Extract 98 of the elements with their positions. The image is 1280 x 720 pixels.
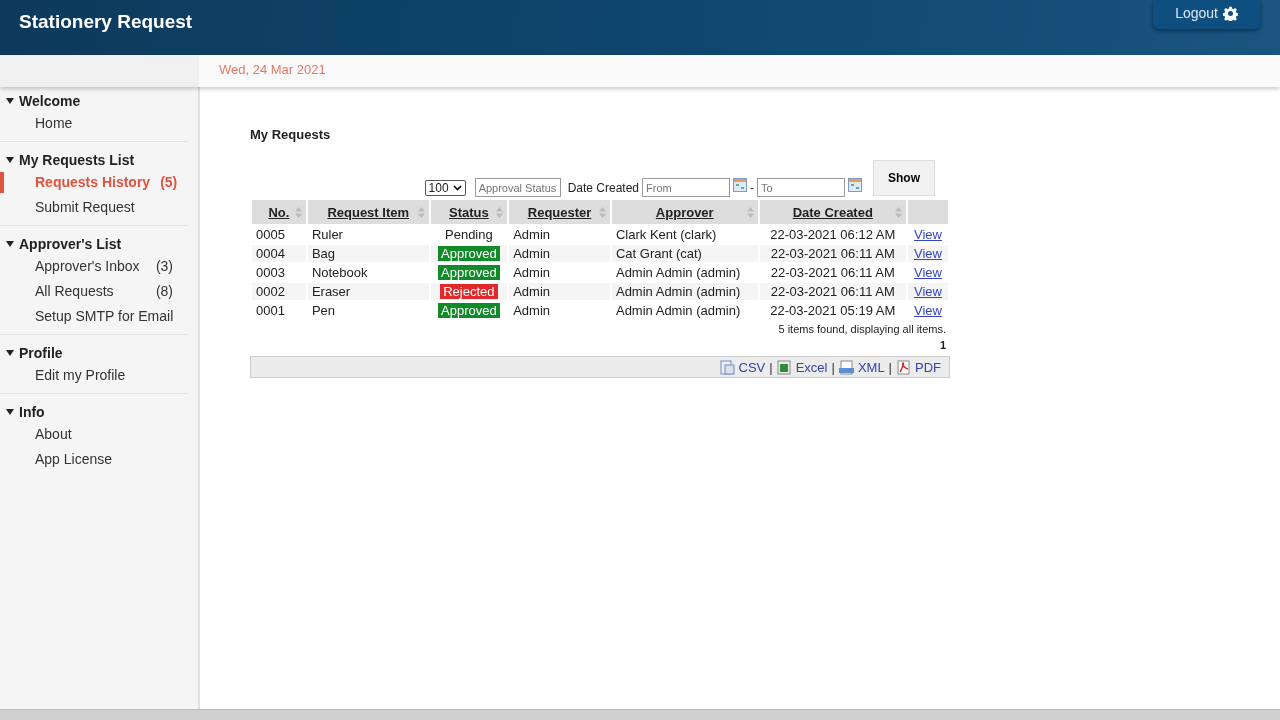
document-icon (719, 359, 735, 375)
current-date: Wed, 24 Mar 2021 (219, 61, 326, 79)
table-cell-text: 22-03-2021 06:12 AM (769, 226, 897, 243)
table-cell-text: 22-03-2021 06:11 AM (769, 264, 896, 281)
status-badge: Approved (438, 246, 500, 261)
sort-icon (746, 207, 754, 218)
separator-text: | (769, 359, 773, 375)
table-cell-text: 0003 (255, 264, 286, 281)
caret-icon (6, 409, 14, 415)
section-title: Profile (19, 344, 63, 363)
table-cell: 0004 (252, 245, 306, 262)
table-cell: Admin (509, 245, 610, 262)
caret-icon (452, 185, 462, 191)
table-cell-text: Ruler (310, 226, 344, 243)
table-cell-text: Admin (512, 264, 552, 281)
caret-icon (6, 98, 14, 104)
section-header[interactable]: Approver's List (0, 234, 188, 254)
status-text: Pending (444, 227, 494, 242)
sort-icon (496, 207, 504, 218)
calendar-icon[interactable] (733, 178, 747, 192)
table-cell-text: 0005 (255, 226, 286, 243)
export-link[interactable]: PDF (915, 359, 941, 375)
sort-icon (895, 207, 902, 218)
pdf-icon (896, 359, 911, 375)
table-cell: 22-03-2021 06:11 AM (759, 283, 906, 300)
table-cell-text: Admin (512, 302, 552, 319)
status-badge: Rejected (440, 284, 498, 299)
scrollbar[interactable] (0, 709, 1280, 720)
app-title: Stationery Request (19, 11, 193, 33)
sidebar-item[interactable]: All Requests (8) (0, 279, 188, 304)
caret-icon (6, 241, 14, 247)
table-cell-text: Admin Admin (admin) (614, 264, 742, 281)
export-link[interactable]: XML (857, 359, 885, 375)
export-link[interactable]: Excel (795, 359, 828, 375)
spreadsheet-icon (776, 359, 792, 375)
section-header[interactable]: Welcome (0, 91, 188, 111)
separator-text: | (831, 359, 835, 375)
column-header[interactable]: No. (252, 200, 306, 224)
section-title: Approver's List (19, 235, 122, 254)
dash-text: - (750, 181, 754, 195)
sidebar-item[interactable]: Requests History (5) (0, 170, 188, 195)
section-title: Info (19, 403, 45, 422)
view-link[interactable]: View (914, 265, 942, 280)
approval-status-field[interactable]: Approval Status (474, 178, 561, 197)
sidebar-item[interactable]: Edit my Profile (0, 363, 188, 388)
table-cell-text: Clark Kent (clark) (614, 226, 718, 243)
sort-icon (294, 207, 302, 218)
table-cell-text: Pen (310, 302, 336, 319)
section-title: My Requests List (19, 151, 135, 170)
show-button[interactable]: Show (873, 160, 935, 196)
table-cell: 22-03-2021 06:11 AM (759, 245, 906, 262)
to-date-field[interactable]: To (757, 178, 845, 197)
section-header[interactable]: Info (0, 402, 188, 422)
section-title: Welcome (19, 92, 81, 111)
settings-icon (1223, 5, 1238, 21)
sidebar-item[interactable]: About (0, 422, 188, 447)
table-cell-text: Notebook (310, 264, 369, 281)
sidebar-item[interactable]: Setup SMTP for Email (0, 304, 188, 329)
section-header[interactable]: Profile (0, 343, 188, 363)
status-badge: Approved (438, 303, 500, 318)
view-link[interactable]: View (914, 227, 942, 242)
table-cell: Eraser (307, 283, 429, 300)
column-header[interactable]: Requester (509, 200, 610, 224)
column-header[interactable]: Status (430, 200, 508, 224)
export-link[interactable]: CSV (738, 359, 766, 375)
separator-text: | (888, 359, 892, 375)
sidebar-item[interactable]: Home (0, 111, 188, 136)
logout-button[interactable]: Logout (1153, 0, 1260, 29)
column-header[interactable]: Date Created (759, 200, 906, 224)
table-cell-text: Admin Admin (admin) (614, 302, 742, 319)
view-link[interactable]: View (914, 303, 942, 318)
sort-icon (598, 207, 606, 218)
document-icon (838, 359, 854, 375)
section-header[interactable]: My Requests List (0, 150, 188, 170)
sidebar-item[interactable]: App License (0, 447, 188, 472)
table-cell: Cat Grant (cat) (611, 245, 758, 262)
table-cell-text: 0001 (255, 302, 286, 319)
page-title: My Requests (250, 127, 332, 142)
date-created-label: Date Created (567, 181, 639, 195)
page-size-select[interactable]: 100 (424, 180, 466, 196)
page-number[interactable]: 1 (939, 339, 946, 351)
sidebar-item[interactable]: Submit Request (0, 195, 188, 220)
status-badge: Approved (438, 265, 500, 280)
caret-icon (6, 157, 14, 163)
table-cell: 0002 (252, 283, 306, 300)
calendar-icon[interactable] (848, 178, 862, 192)
column-header[interactable]: Request Item (307, 200, 429, 224)
table-cell: Admin Admin (admin) (611, 283, 758, 300)
table-cell-text: 22-03-2021 05:19 AM (769, 302, 897, 319)
table-cell: Bag (307, 245, 429, 262)
from-date-field[interactable]: From (642, 178, 730, 197)
caret-icon (6, 350, 14, 356)
column-header[interactable]: Approver (611, 200, 758, 224)
sidebar-item[interactable]: Approver's Inbox (3) (0, 254, 188, 279)
items-summary: 5 items found, displaying all items. (778, 323, 946, 335)
table-cell: Admin (509, 283, 610, 300)
table-cell-text: Admin (512, 226, 552, 243)
sort-icon (417, 207, 425, 218)
